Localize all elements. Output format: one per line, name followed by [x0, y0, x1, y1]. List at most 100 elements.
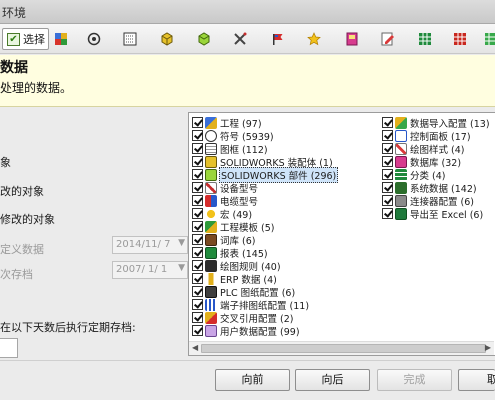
option-defined-data[interactable]: 定义数据 — [0, 241, 44, 257]
checkbox[interactable] — [192, 208, 203, 219]
solidworks-parts-icon[interactable] — [52, 30, 70, 48]
list-item[interactable]: 设备型号 — [192, 181, 259, 195]
macro-icon — [205, 207, 217, 220]
checkbox[interactable] — [192, 234, 203, 245]
finish-button[interactable]: 完成 — [377, 369, 452, 391]
list-item[interactable]: 宏 (49) — [192, 207, 253, 221]
checkbox[interactable] — [382, 117, 393, 128]
date-field-2[interactable]: 2007/ 1/ 1 ▼ — [112, 261, 188, 279]
checkbox[interactable] — [192, 325, 203, 336]
tools-icon[interactable] — [231, 30, 249, 48]
list-item[interactable]: 绘图规则 (40) — [192, 259, 282, 273]
dropdown-arrow-icon: ▼ — [178, 238, 185, 248]
checkbox[interactable] — [192, 169, 203, 180]
checkbox[interactable] — [382, 169, 393, 180]
date-field-1[interactable]: 2014/11/ 7 ▼ — [112, 236, 188, 254]
report-icon — [205, 246, 217, 259]
window-title: 环境 — [2, 6, 27, 20]
scroll-right-icon[interactable]: ▶ — [485, 343, 491, 352]
list-item[interactable]: 连接器配置 (6) — [382, 194, 475, 208]
dictionary-icon — [205, 233, 217, 246]
list-item[interactable]: 数据导入配置 (13) — [382, 116, 491, 130]
checkbox[interactable] — [382, 143, 393, 154]
checkbox[interactable] — [382, 156, 393, 167]
list-item[interactable]: ERP 数据 (4) — [192, 272, 278, 286]
checkbox[interactable] — [192, 299, 203, 310]
pencil-form-icon[interactable] — [379, 30, 397, 48]
scrollbar-thumb[interactable] — [201, 344, 486, 353]
checkbox[interactable] — [192, 195, 203, 206]
list-item[interactable]: 数据库 (32) — [382, 155, 462, 169]
checkbox[interactable] — [382, 208, 393, 219]
option-modified-objects[interactable]: 改的对象 — [0, 183, 44, 199]
terminal-strip-icon — [205, 298, 217, 311]
checkbox[interactable] — [192, 273, 203, 284]
excel-export-icon — [395, 207, 407, 220]
data-type-list[interactable]: 工程 (97) 符号 (5939) 图框 (112) SOLIDWORKS 装配… — [188, 112, 495, 356]
connector-icon — [395, 194, 407, 207]
list-item[interactable]: 端子排图纸配置 (11) — [192, 298, 310, 312]
checkbox[interactable] — [382, 130, 393, 141]
solidworks-part-icon[interactable] — [195, 30, 213, 48]
option-unmodified-objects[interactable]: 修改的对象 — [0, 211, 55, 227]
device-icon[interactable] — [343, 30, 361, 48]
list-item[interactable]: 分类 (4) — [382, 168, 446, 182]
symbol-icon[interactable] — [85, 30, 103, 48]
next-button[interactable]: 向后 — [295, 369, 370, 391]
list-item[interactable]: 交叉引用配置 (2) — [192, 311, 294, 325]
checkbox[interactable] — [192, 221, 203, 232]
list-item[interactable]: 词库 (6) — [192, 233, 256, 247]
scroll-left-icon[interactable]: ◀ — [192, 343, 198, 352]
back-button[interactable]: 向前 — [215, 369, 290, 391]
table-icon[interactable] — [416, 30, 434, 48]
archive-options-panel: 象 改的对象 修改的对象 定义数据 2014/11/ 7 ▼ 次存档 2007/… — [0, 108, 188, 360]
option-last-archive[interactable]: 次存档 — [0, 266, 33, 282]
checkbox[interactable] — [192, 182, 203, 193]
list-item[interactable]: SOLIDWORKS 部件 (296) — [192, 166, 339, 183]
list-item[interactable]: 系统数据 (142) — [382, 181, 478, 195]
erp-icon — [205, 272, 217, 285]
checkbox[interactable] — [192, 286, 203, 297]
list-item[interactable]: 工程 (97) — [192, 116, 263, 130]
checkbox[interactable] — [382, 195, 393, 206]
list-item[interactable]: PLC 图纸配置 (6) — [192, 285, 296, 299]
list-item[interactable]: 控制面板 (17) — [382, 129, 472, 143]
checkbox[interactable] — [192, 117, 203, 128]
control-panel-icon — [395, 129, 407, 142]
checkbox[interactable] — [382, 182, 393, 193]
checkbox[interactable] — [192, 156, 203, 167]
cable-model-icon — [205, 194, 217, 207]
option-objects[interactable]: 象 — [0, 154, 11, 170]
grid-icon[interactable] — [451, 30, 469, 48]
checkbox[interactable] — [192, 247, 203, 258]
drawing-frame-icon[interactable] — [121, 30, 139, 48]
days-input[interactable] — [0, 338, 18, 358]
checkbox[interactable] — [192, 260, 203, 271]
list-item[interactable]: 用户数据配置 (99) — [192, 324, 301, 338]
list-item[interactable]: 图框 (112) — [192, 142, 269, 156]
checkbox[interactable] — [192, 143, 203, 154]
device-model-icon — [205, 181, 217, 194]
list-item[interactable]: 工程模板 (5) — [192, 220, 275, 234]
list-item[interactable]: 报表 (145) — [192, 246, 269, 260]
drawing-rules-icon — [205, 259, 217, 272]
checkbox[interactable] — [192, 312, 203, 323]
list-item[interactable]: 导出至 Excel (6) — [382, 207, 484, 221]
database-icon — [395, 155, 407, 168]
select-button[interactable]: ✔ 选择 — [2, 28, 49, 50]
date-value-2: 2007/ 1/ 1 — [116, 264, 168, 275]
horizontal-scrollbar[interactable]: ◀ ▶ — [189, 341, 494, 355]
cancel-button[interactable]: 取 — [458, 369, 495, 391]
checkbox[interactable] — [192, 130, 203, 141]
option-periodic-archive[interactable]: 在以下天数后执行定期存档: — [0, 319, 136, 335]
star-icon[interactable] — [305, 30, 323, 48]
list-item[interactable]: 电缆型号 — [192, 194, 259, 208]
system-data-icon — [395, 181, 407, 194]
flag-icon[interactable] — [269, 30, 287, 48]
dropdown-arrow-icon: ▼ — [178, 263, 185, 273]
green-table-icon[interactable] — [482, 30, 495, 48]
assembly-icon[interactable] — [158, 30, 176, 48]
list-item[interactable]: 绘图样式 (4) — [382, 142, 465, 156]
list-item[interactable]: 符号 (5939) — [192, 129, 275, 143]
user-data-icon — [205, 324, 217, 337]
